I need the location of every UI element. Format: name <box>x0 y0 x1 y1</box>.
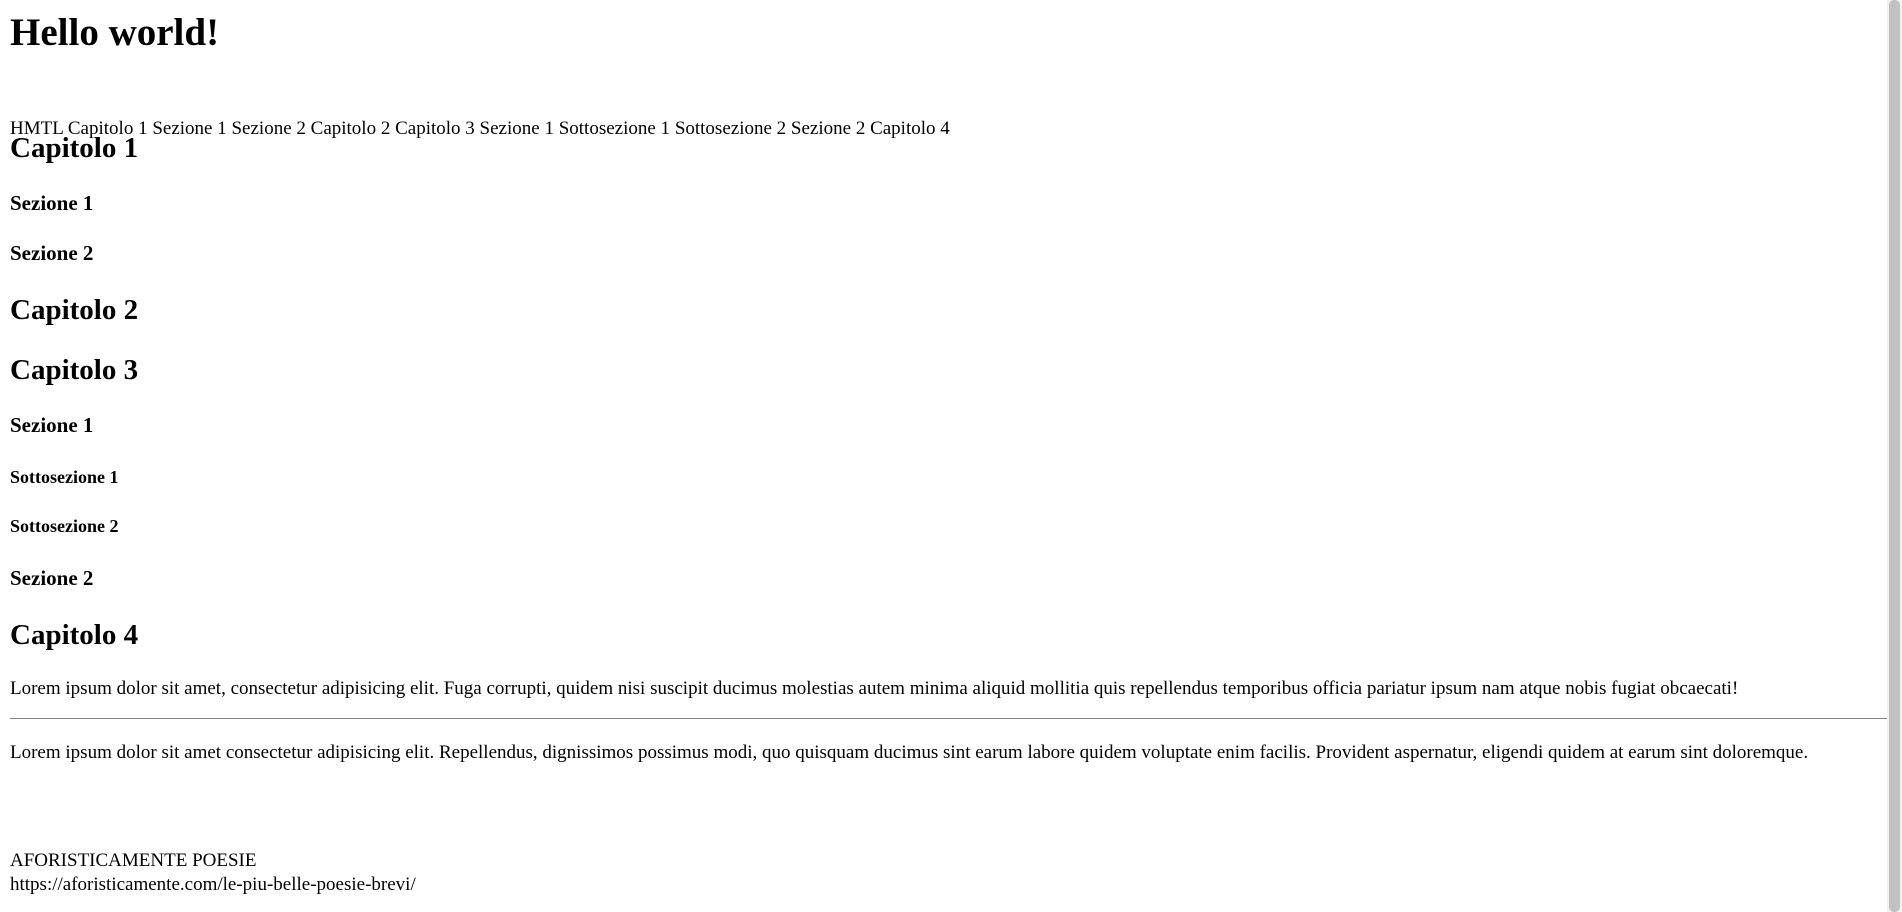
heading-capitolo-4: Capitolo 4 <box>10 619 139 651</box>
heading-sezione-1: Sezione 1 <box>10 191 94 215</box>
vertical-scrollbar[interactable] <box>1887 0 1902 912</box>
footer-title: AFORISTICAMENTE POESIE <box>10 850 257 871</box>
nav-item-sezione-1b[interactable]: Sezione 1 <box>480 118 559 139</box>
nav-item-capitolo-4[interactable]: Capitolo 4 <box>870 118 950 139</box>
footer-url[interactable]: https://aforisticamente.com/le-piu-belle… <box>10 873 416 897</box>
page-title: Hello world! <box>10 11 220 54</box>
nav-item-sottosezione-1[interactable]: Sottosezione 1 <box>559 118 675 139</box>
page: Hello world! HMTL Capitolo 1 Sezione 1 S… <box>0 0 1902 912</box>
nav-links: HMTL Capitolo 1 Sezione 1 Sezione 2 Capi… <box>10 118 950 140</box>
heading-sezione-1b: Sezione 1 <box>10 413 94 437</box>
heading-sezione-2b: Sezione 2 <box>10 566 94 590</box>
nav-item-sottosezione-2[interactable]: Sottosezione 2 <box>675 118 791 139</box>
heading-sottosezione-2: Sottosezione 2 <box>10 516 119 536</box>
nav-item-sezione-2[interactable]: Sezione 2 <box>231 118 310 139</box>
horizontal-rule <box>10 718 1887 719</box>
heading-sezione-2: Sezione 2 <box>10 241 94 265</box>
heading-capitolo-1: Capitolo 1 <box>10 132 139 164</box>
nav-item-capitolo-2[interactable]: Capitolo 2 <box>311 118 395 139</box>
paragraph-2: Lorem ipsum dolor sit amet consectetur a… <box>10 742 1809 763</box>
scrollbar-thumb[interactable] <box>1889 0 1900 912</box>
heading-sottosezione-1: Sottosezione 1 <box>10 467 119 487</box>
nav-item-capitolo-3[interactable]: Capitolo 3 <box>395 118 479 139</box>
heading-capitolo-3: Capitolo 3 <box>10 354 139 386</box>
nav-item-sezione-2b[interactable]: Sezione 2 <box>791 118 870 139</box>
heading-capitolo-2: Capitolo 2 <box>10 294 139 326</box>
paragraph-1: Lorem ipsum dolor sit amet, consectetur … <box>10 678 1739 699</box>
nav-item-sezione-1[interactable]: Sezione 1 <box>152 118 231 139</box>
